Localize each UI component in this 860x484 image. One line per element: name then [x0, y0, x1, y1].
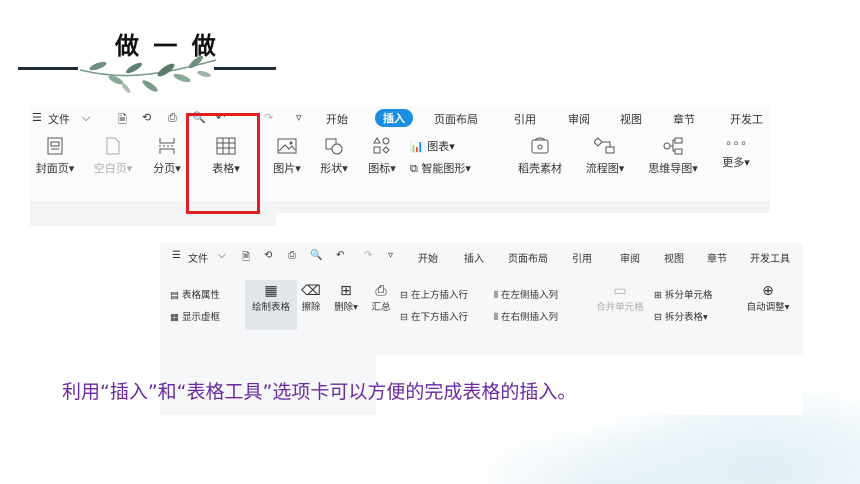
quick-access-dropdown-icon[interactable]: ▿: [388, 250, 393, 261]
tab-review[interactable]: 审阅: [568, 111, 590, 127]
more-dots-icon: ∘∘∘: [724, 136, 748, 150]
split-table-icon: ⊟: [654, 312, 662, 323]
hamburger-icon[interactable]: ☰: [32, 111, 42, 124]
undo-history-icon[interactable]: ⟲: [264, 250, 272, 261]
file-menu[interactable]: 文件: [48, 111, 70, 127]
picture-button[interactable]: 图片▾: [268, 136, 306, 176]
summary-icon: ⎙: [375, 283, 387, 299]
tab-developer[interactable]: 开发工: [730, 111, 763, 127]
erase-button[interactable]: ⌫ 擦除: [298, 283, 324, 313]
delete-table-icon: ⊞: [340, 283, 352, 299]
tab-developer-tools[interactable]: 开发工具: [750, 250, 790, 265]
icon-library-icon: [373, 137, 390, 154]
flowchart-icon: [594, 137, 615, 154]
tab-page-layout[interactable]: 页面布局: [434, 111, 478, 127]
merge-cells-button[interactable]: ▭ 合并单元格: [592, 283, 648, 313]
page-break-button[interactable]: 分页▾: [146, 136, 188, 176]
insert-row-above-icon: ⊟: [400, 290, 408, 301]
hamburger-icon[interactable]: ☰: [172, 250, 181, 261]
shape-button[interactable]: 形状▾: [314, 136, 354, 176]
insert-col-right-icon: ⫴: [494, 312, 498, 323]
icon-library-button[interactable]: 图标▾: [362, 136, 402, 176]
split-cells-button[interactable]: ⊞ 拆分单元格: [654, 287, 713, 301]
tab-view[interactable]: 视图: [664, 250, 684, 265]
table-properties-icon: ▤: [170, 290, 179, 301]
chevron-down-icon[interactable]: ⌵: [82, 111, 90, 125]
ribbon1-toolbar: 封面页▾ 空白页▾ 分页▾ 表格▾ 图片▾ 形状▾ 图标▾ 📊 图表▾ ⧉ 智能…: [30, 136, 770, 196]
quick-access-dropdown-icon[interactable]: ▿: [296, 111, 302, 124]
cover-page-button[interactable]: 封面页▾: [30, 136, 80, 176]
tab-home[interactable]: 开始: [326, 111, 348, 127]
auto-fit-button[interactable]: ⊕ 自动调整▾: [740, 283, 796, 313]
redo-icon[interactable]: ↷: [364, 250, 372, 261]
print-icon[interactable]: ⎙: [288, 250, 296, 261]
split-cells-icon: ⊞: [654, 290, 662, 301]
gridlines-icon: ▦: [170, 312, 179, 323]
insert-col-right-button[interactable]: ⫴ 在右侧插入列: [494, 309, 558, 323]
auto-fit-icon: ⊕: [762, 283, 774, 299]
title-line-left: [18, 67, 78, 70]
flowchart-button[interactable]: 流程图▾: [580, 136, 630, 176]
tab-chapter[interactable]: 章节: [673, 111, 695, 127]
tab-insert[interactable]: 插入: [464, 250, 484, 265]
table-properties-button[interactable]: ▤ 表格属性: [170, 287, 220, 301]
blank-page-icon: [106, 137, 120, 155]
summary-button[interactable]: ⎙ 汇总: [368, 283, 394, 313]
print-icon[interactable]: ⎙: [168, 111, 177, 125]
tab-references[interactable]: 引用: [572, 250, 592, 265]
blank-page-button[interactable]: 空白页▾: [88, 136, 138, 176]
merge-cells-icon: ▭: [613, 283, 627, 299]
tab-insert[interactable]: 插入: [375, 109, 413, 127]
ribbon1-menu-bar: ☰ 文件 ⌵ 🗎 ⟲ ⎙ 🔍 ↶ ↷ ▿ 开始 插入 页面布局 引用 审阅 视图…: [30, 106, 770, 130]
insert-row-below-icon: ⊟: [400, 312, 408, 323]
ribbon2-toolbar: ▤ 表格属性 ▦ 显示虚框 ▦ 绘制表格 ⌫ 擦除 ⊞ 删除▾ ⎙ 汇总 ⊟ 在…: [160, 279, 803, 329]
mind-map-button[interactable]: 思维导图▾: [640, 136, 706, 176]
file-menu[interactable]: 文件: [188, 250, 208, 265]
tab-page-layout[interactable]: 页面布局: [508, 250, 548, 265]
save-icon[interactable]: 🗎: [242, 250, 250, 267]
split-table-button[interactable]: ⊟ 拆分表格▾: [654, 309, 708, 323]
page-break-icon: [159, 138, 175, 154]
mind-map-icon: [663, 137, 683, 155]
daoke-material-button[interactable]: 稻壳素材: [512, 136, 568, 176]
delete-button[interactable]: ⊞ 删除▾: [330, 283, 362, 313]
material-icon: [531, 137, 549, 154]
draw-table-button[interactable]: ▦ 绘制表格: [248, 283, 294, 313]
chart-icon: 📊: [410, 140, 424, 153]
tab-references[interactable]: 引用: [514, 111, 536, 127]
insert-row-above-button[interactable]: ⊟ 在上方插入行: [400, 287, 468, 301]
ribbon2-menu-bar: ☰ 文件 ⌵ 🗎 ⟲ ⎙ 🔍 ↶ ↷ ▿ 开始 插入 页面布局 引用 审阅 视图…: [160, 243, 803, 267]
table-highlight-box: [186, 113, 260, 214]
tab-chapter[interactable]: 章节: [707, 250, 727, 265]
chart-button[interactable]: 📊 图表▾: [410, 138, 480, 154]
insert-col-left-icon: ⫴: [494, 290, 498, 301]
vine-decoration-icon: [79, 55, 217, 93]
shape-icon: [325, 138, 343, 155]
insert-row-below-button[interactable]: ⊟ 在下方插入行: [400, 309, 468, 323]
save-icon[interactable]: 🗎: [118, 111, 127, 130]
tab-view[interactable]: 视图: [620, 111, 642, 127]
smart-art-button[interactable]: ⧉ 智能图形▾: [410, 160, 510, 176]
insert-col-left-button[interactable]: ⫴ 在左侧插入列: [494, 287, 558, 301]
chevron-down-icon[interactable]: ⌵: [218, 250, 226, 261]
slide-caption: 利用“插入”和“表格工具”选项卡可以方便的完成表格的插入。: [62, 381, 577, 403]
tab-home[interactable]: 开始: [418, 250, 438, 265]
more-button[interactable]: ∘∘∘ 更多▾: [716, 136, 756, 170]
insert-ribbon-screenshot: ☰ 文件 ⌵ 🗎 ⟲ ⎙ 🔍 ↶ ↷ ▿ 开始 插入 页面布局 引用 审阅 视图…: [30, 106, 770, 226]
draw-table-icon: ▦: [264, 283, 278, 299]
ribbon1-document-area: [30, 201, 770, 226]
undo-history-icon[interactable]: ⟲: [142, 111, 151, 124]
document-page: [276, 213, 770, 226]
tab-review[interactable]: 审阅: [620, 250, 640, 265]
cover-page-icon: [47, 137, 63, 155]
redo-icon[interactable]: ↷: [264, 111, 273, 124]
print-preview-icon[interactable]: 🔍: [310, 250, 322, 261]
eraser-icon: ⌫: [301, 283, 321, 299]
undo-icon[interactable]: ↶: [336, 250, 344, 261]
smart-art-icon: ⧉: [410, 162, 418, 175]
picture-icon: [277, 138, 297, 154]
title-line-right: [214, 67, 276, 70]
show-gridlines-button[interactable]: ▦ 显示虚框: [170, 309, 220, 323]
